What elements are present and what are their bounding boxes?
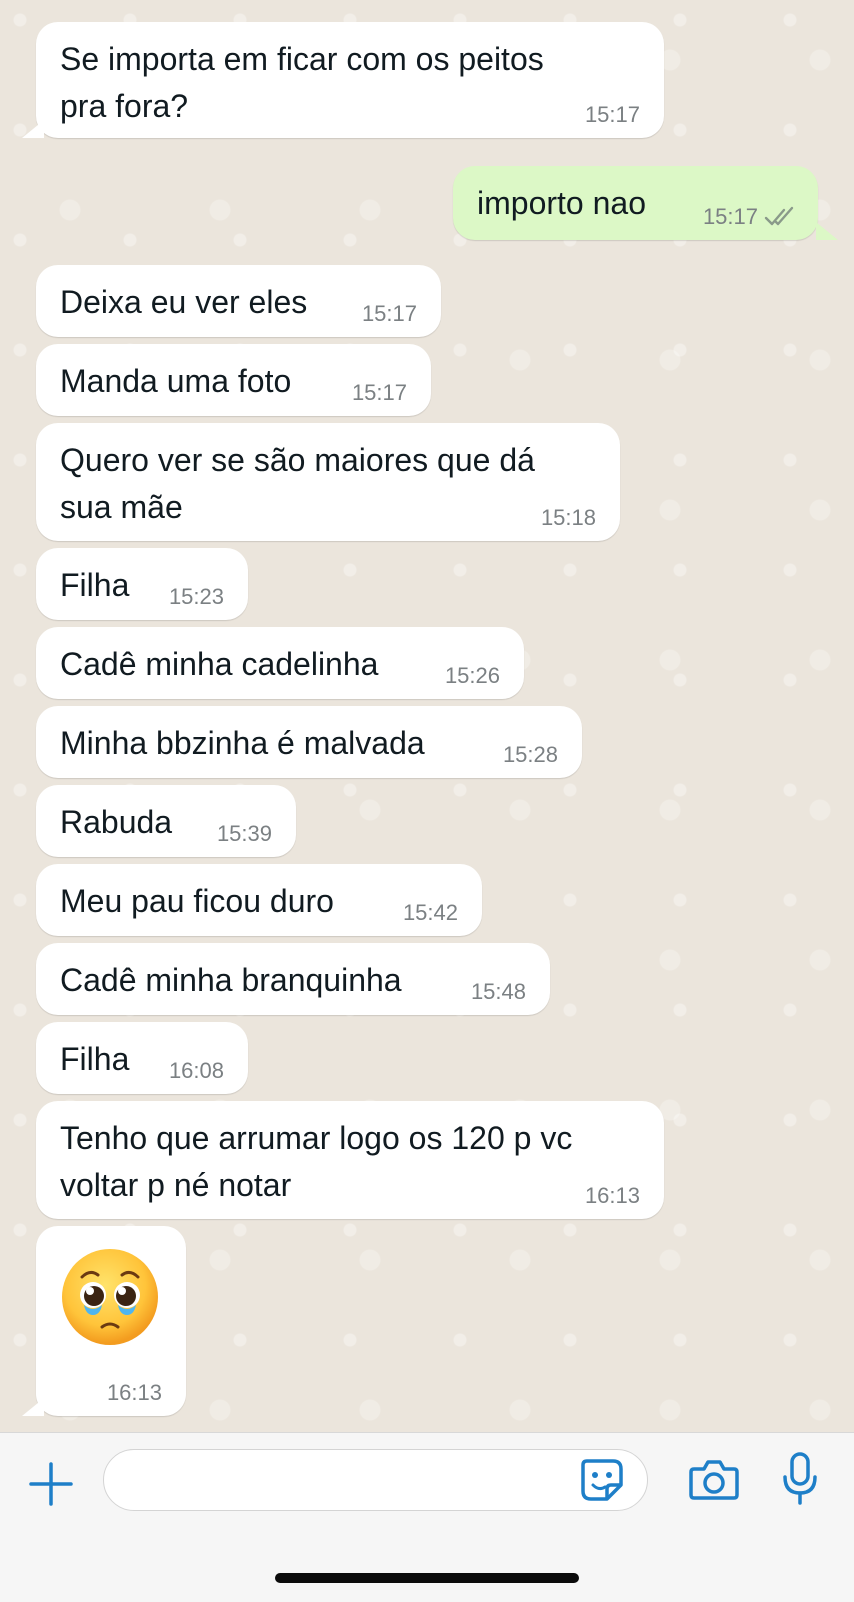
message-incoming[interactable]: Deixa eu ver eles 15:17: [36, 265, 441, 337]
message-incoming[interactable]: Manda uma foto 15:17: [36, 344, 431, 416]
message-text: Quero ver se são maiores que dá sua mãe: [60, 442, 535, 525]
message-time: 16:13: [584, 1183, 640, 1208]
message-incoming[interactable]: Filha 15:23: [36, 548, 248, 620]
composer-bar: [0, 1432, 854, 1602]
message-time: 15:48: [470, 979, 526, 1004]
message-time: 15:28: [502, 742, 558, 767]
message-text: Se importa em ficar com os peitos pra fo…: [60, 41, 544, 124]
bubble-tail: [22, 120, 44, 138]
message-incoming[interactable]: Rabuda 15:39: [36, 785, 296, 857]
message-incoming[interactable]: Se importa em ficar com os peitos pra fo…: [36, 22, 664, 138]
message-input[interactable]: [103, 1449, 648, 1511]
message-text: Tenho que arrumar logo os 120 p vc volta…: [60, 1120, 573, 1203]
message-time: 15:39: [216, 821, 272, 846]
sticker-icon[interactable]: [577, 1455, 627, 1505]
message-incoming[interactable]: Filha 16:08: [36, 1022, 248, 1094]
message-text: Cadê minha cadelinha: [60, 646, 379, 682]
message-time: 16:13: [106, 1380, 162, 1405]
message-time: 15:42: [402, 900, 458, 925]
message-time: 15:17: [361, 301, 417, 326]
chat-background: Se importa em ficar com os peitos pra fo…: [0, 0, 854, 1432]
message-text: Cadê minha branquinha: [60, 962, 402, 998]
message-time: 15:17: [702, 204, 758, 229]
camera-icon[interactable]: [688, 1457, 740, 1501]
message-text: Meu pau ficou duro: [60, 883, 334, 919]
message-incoming[interactable]: Cadê minha cadelinha 15:26: [36, 627, 524, 699]
message-incoming[interactable]: Quero ver se são maiores que dá sua mãe …: [36, 423, 620, 541]
home-indicator[interactable]: [275, 1573, 579, 1583]
microphone-icon[interactable]: [780, 1451, 820, 1507]
message-time: 15:23: [168, 584, 224, 609]
bubble-tail: [816, 222, 838, 240]
plus-icon[interactable]: [28, 1461, 74, 1507]
message-time: 15:17: [584, 102, 640, 127]
read-receipt-icon: [764, 206, 794, 226]
pleading-face-with-tears-icon: [62, 1249, 158, 1345]
message-incoming[interactable]: Tenho que arrumar logo os 120 p vc volta…: [36, 1101, 664, 1219]
message-incoming[interactable]: Cadê minha branquinha 15:48: [36, 943, 550, 1015]
message-time: 15:18: [540, 505, 596, 530]
message-time: 15:26: [444, 663, 500, 688]
message-time: 16:08: [168, 1058, 224, 1083]
message-outgoing[interactable]: importo nao 15:17: [453, 166, 818, 240]
message-incoming[interactable]: Minha bbzinha é malvada 15:28: [36, 706, 582, 778]
bubble-tail: [22, 1398, 44, 1416]
message-incoming[interactable]: Meu pau ficou duro 15:42: [36, 864, 482, 936]
message-text: Minha bbzinha é malvada: [60, 725, 425, 761]
message-time: 15:17: [351, 380, 407, 405]
